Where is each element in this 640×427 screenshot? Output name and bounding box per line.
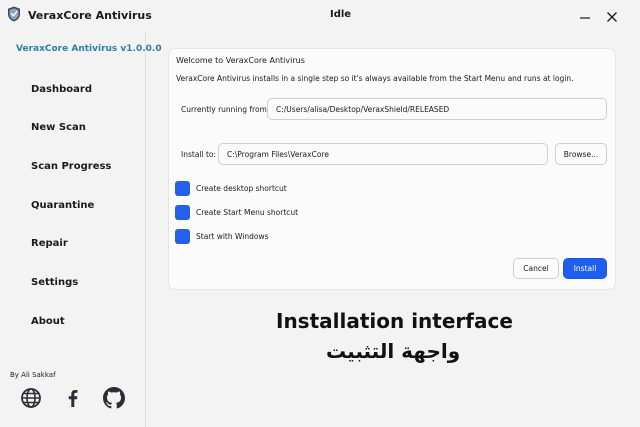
shield-logo-icon <box>8 6 20 22</box>
desktop-shortcut-label: Create desktop shortcut <box>196 184 287 193</box>
title-bar: VeraxCore Antivirus Idle <box>0 0 640 32</box>
start-with-windows-checkbox[interactable] <box>175 229 190 244</box>
start-menu-shortcut-checkbox[interactable] <box>175 205 190 220</box>
sidebar: VeraxCore Antivirus v1.0.0.0 Dashboard N… <box>0 32 162 427</box>
start-with-windows-label: Start with Windows <box>196 232 269 241</box>
author-credit: By Ali Sakkaf <box>10 371 56 379</box>
app-version: VeraxCore Antivirus v1.0.0.0 <box>16 44 162 54</box>
caption-arabic: واجهة التثبيت <box>326 339 461 363</box>
globe-icon[interactable] <box>20 387 42 409</box>
close-icon[interactable] <box>605 10 619 24</box>
start-menu-shortcut-label: Create Start Menu shortcut <box>196 208 299 217</box>
desktop-shortcut-checkbox[interactable] <box>175 181 190 196</box>
nav-settings[interactable]: Settings <box>31 277 78 288</box>
browse-button[interactable]: Browse... <box>555 143 607 165</box>
install-description: VeraxCore Antivirus installs in a single… <box>176 74 574 83</box>
nav-repair[interactable]: Repair <box>31 238 68 249</box>
app-title: VeraxCore Antivirus <box>28 9 152 22</box>
nav-quarantine[interactable]: Quarantine <box>31 200 94 211</box>
caption-english: Installation interface <box>276 309 513 333</box>
welcome-heading: Welcome to VeraxCore Antivirus <box>176 56 305 65</box>
window-status: Idle <box>330 9 352 20</box>
nav-new-scan[interactable]: New Scan <box>31 122 86 133</box>
install-to-label: Install to: <box>181 150 217 159</box>
install-path-field[interactable] <box>218 143 548 165</box>
nav-dashboard[interactable]: Dashboard <box>31 84 92 95</box>
installer-card: Welcome to VeraxCore Antivirus VeraxCore… <box>168 48 616 290</box>
install-button[interactable]: Install <box>563 258 607 279</box>
github-icon[interactable] <box>103 387 125 409</box>
minimize-icon[interactable] <box>578 10 592 24</box>
facebook-icon[interactable] <box>62 387 84 409</box>
running-from-label: Currently running from: <box>181 105 270 114</box>
running-from-field[interactable] <box>267 98 607 120</box>
nav-about[interactable]: About <box>31 316 65 327</box>
nav-scan-progress[interactable]: Scan Progress <box>31 161 111 172</box>
cancel-button[interactable]: Cancel <box>513 258 559 279</box>
